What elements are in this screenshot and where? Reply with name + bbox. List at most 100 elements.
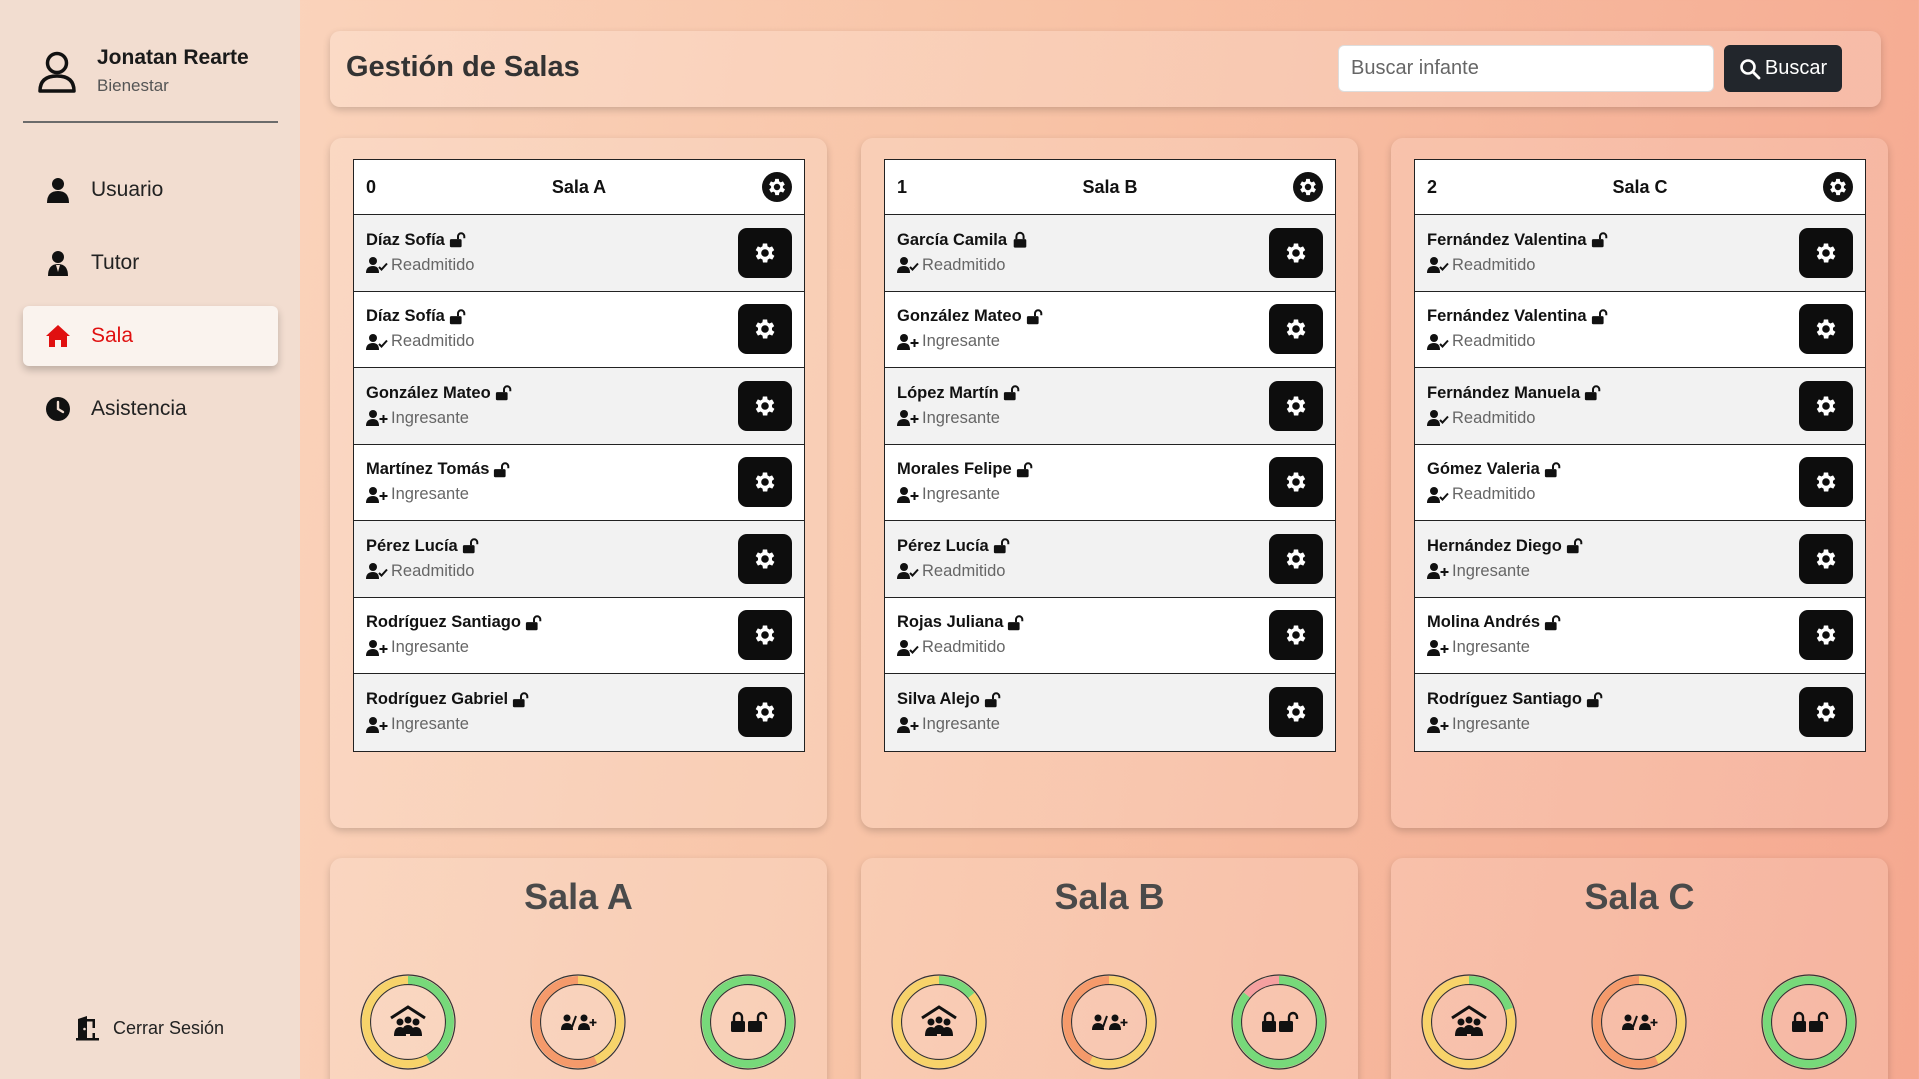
child-info: González Mateo Ingresante bbox=[366, 384, 513, 428]
child-row: Gómez Valeria Readmitido bbox=[1415, 444, 1865, 521]
child-name-text: Fernández Valentina bbox=[1427, 307, 1587, 326]
child-status: Ingresante bbox=[1427, 715, 1604, 734]
child-name-text: López Martín bbox=[897, 383, 999, 402]
child-name: López Martín bbox=[897, 384, 1021, 403]
lock-open-icon bbox=[1026, 309, 1042, 324]
user-plus-icon bbox=[366, 639, 388, 656]
gear-icon bbox=[755, 319, 775, 339]
child-status-text: Ingresante bbox=[1452, 715, 1530, 734]
child-settings-button[interactable] bbox=[738, 533, 792, 584]
gear-icon bbox=[1286, 243, 1306, 263]
room-header: 2 Sala C bbox=[1415, 160, 1865, 215]
donut-chart bbox=[1591, 974, 1687, 1070]
search-input[interactable] bbox=[1338, 45, 1714, 92]
child-row: López Martín Ingresante bbox=[885, 368, 1335, 445]
gear-icon bbox=[1816, 396, 1836, 416]
user-check-icon bbox=[897, 639, 919, 656]
room-number: 1 bbox=[897, 176, 908, 197]
child-name: Pérez Lucía bbox=[366, 537, 480, 556]
user-plus-icon bbox=[366, 410, 388, 427]
child-name-text: Gómez Valeria bbox=[1427, 460, 1540, 479]
child-info: López Martín Ingresante bbox=[897, 384, 1021, 428]
child-status: Ingresante bbox=[897, 409, 1021, 428]
sidebar-item-asistencia[interactable]: Asistencia bbox=[23, 379, 278, 439]
child-name-text: Fernández Valentina bbox=[1427, 230, 1587, 249]
child-name: Silva Alejo bbox=[897, 690, 1002, 709]
child-settings-button[interactable] bbox=[1269, 457, 1323, 508]
child-settings-button[interactable] bbox=[738, 304, 792, 355]
user-check-icon bbox=[897, 257, 919, 274]
gear-icon bbox=[1830, 178, 1846, 196]
child-settings-button[interactable] bbox=[1799, 304, 1853, 355]
child-settings-button[interactable] bbox=[1269, 610, 1323, 661]
locks-icon bbox=[1262, 1011, 1299, 1032]
child-status-text: Readmitido bbox=[922, 561, 1006, 580]
donut-chart bbox=[1061, 974, 1157, 1070]
child-info: Pérez Lucía Readmitido bbox=[897, 537, 1011, 581]
child-settings-button[interactable] bbox=[1269, 304, 1323, 355]
child-settings-button[interactable] bbox=[738, 457, 792, 508]
gear-icon bbox=[755, 625, 775, 645]
child-settings-button[interactable] bbox=[1269, 533, 1323, 584]
child-row: Fernández Valentina Readmitido bbox=[1415, 291, 1865, 368]
child-status-text: Ingresante bbox=[922, 715, 1000, 734]
child-info: Fernández Valentina Readmitido bbox=[1427, 231, 1609, 275]
child-settings-button[interactable] bbox=[738, 687, 792, 738]
child-info: García Camila Readmitido bbox=[897, 231, 1029, 275]
room-stats-card: Sala A bbox=[330, 858, 827, 1079]
child-name: Rodríguez Gabriel bbox=[366, 690, 530, 709]
lock-open-icon bbox=[449, 309, 466, 324]
child-name-text: Rodríguez Santiago bbox=[1427, 690, 1582, 709]
child-name-text: Fernández Manuela bbox=[1427, 383, 1581, 402]
room-card: 2 Sala C Fernández Valentina Readmitido … bbox=[1391, 138, 1888, 828]
search-button-label: Buscar bbox=[1764, 57, 1828, 79]
room-number: 0 bbox=[366, 176, 377, 197]
child-settings-button[interactable] bbox=[738, 380, 792, 431]
sidebar-item-sala[interactable]: Sala bbox=[23, 306, 278, 366]
user-plus-icon bbox=[897, 410, 919, 427]
sidebar-item-usuario[interactable]: Usuario bbox=[23, 160, 278, 220]
child-settings-button[interactable] bbox=[1269, 687, 1323, 738]
room-settings-button[interactable] bbox=[1293, 172, 1323, 202]
room-stats-card: Sala B bbox=[861, 858, 1358, 1079]
user-check-icon bbox=[1427, 333, 1449, 350]
child-name: Hernández Diego bbox=[1427, 537, 1584, 556]
child-settings-button[interactable] bbox=[1269, 227, 1323, 278]
child-name-text: Rodríguez Gabriel bbox=[366, 690, 509, 709]
child-name-text: Rojas Juliana bbox=[897, 613, 1004, 632]
gear-icon bbox=[1286, 396, 1306, 416]
child-status-text: Readmitido bbox=[1452, 408, 1536, 427]
gear-icon bbox=[1286, 472, 1306, 492]
home-icon bbox=[46, 325, 70, 347]
child-settings-button[interactable] bbox=[1269, 380, 1323, 431]
gear-icon bbox=[1286, 549, 1306, 569]
room-table: 2 Sala C Fernández Valentina Readmitido … bbox=[1414, 159, 1866, 752]
child-settings-button[interactable] bbox=[1799, 687, 1853, 738]
child-row: Hernández Diego Ingresante bbox=[1415, 521, 1865, 598]
child-settings-button[interactable] bbox=[1799, 533, 1853, 584]
room-settings-button[interactable] bbox=[1823, 172, 1853, 202]
logout-button[interactable]: Cerrar Sesión bbox=[75, 1015, 224, 1041]
child-settings-button[interactable] bbox=[1799, 380, 1853, 431]
page-title: Gestión de Salas bbox=[346, 51, 580, 83]
search-button[interactable]: Buscar bbox=[1724, 45, 1842, 92]
sidebar-item-tutor[interactable]: Tutor bbox=[23, 233, 278, 293]
child-status-text: Ingresante bbox=[922, 332, 1000, 351]
child-status-text: Readmitido bbox=[922, 638, 1006, 657]
user-plus-icon bbox=[366, 486, 388, 503]
child-status-text: Ingresante bbox=[1452, 561, 1530, 580]
child-settings-button[interactable] bbox=[738, 610, 792, 661]
user-check-icon bbox=[1427, 486, 1449, 503]
child-settings-button[interactable] bbox=[738, 227, 792, 278]
donut-chart bbox=[530, 974, 626, 1070]
gear-icon bbox=[1816, 702, 1836, 722]
child-status-text: Ingresante bbox=[922, 485, 1000, 504]
room-name: Sala C bbox=[1612, 176, 1668, 197]
child-settings-button[interactable] bbox=[1799, 610, 1853, 661]
child-settings-button[interactable] bbox=[1799, 457, 1853, 508]
room-card: 1 Sala B García Camila Readmitido Gonzál… bbox=[861, 138, 1358, 828]
room-settings-button[interactable] bbox=[762, 172, 792, 202]
child-settings-button[interactable] bbox=[1799, 227, 1853, 278]
child-row: Morales Felipe Ingresante bbox=[885, 444, 1335, 521]
child-info: Silva Alejo Ingresante bbox=[897, 690, 1002, 734]
